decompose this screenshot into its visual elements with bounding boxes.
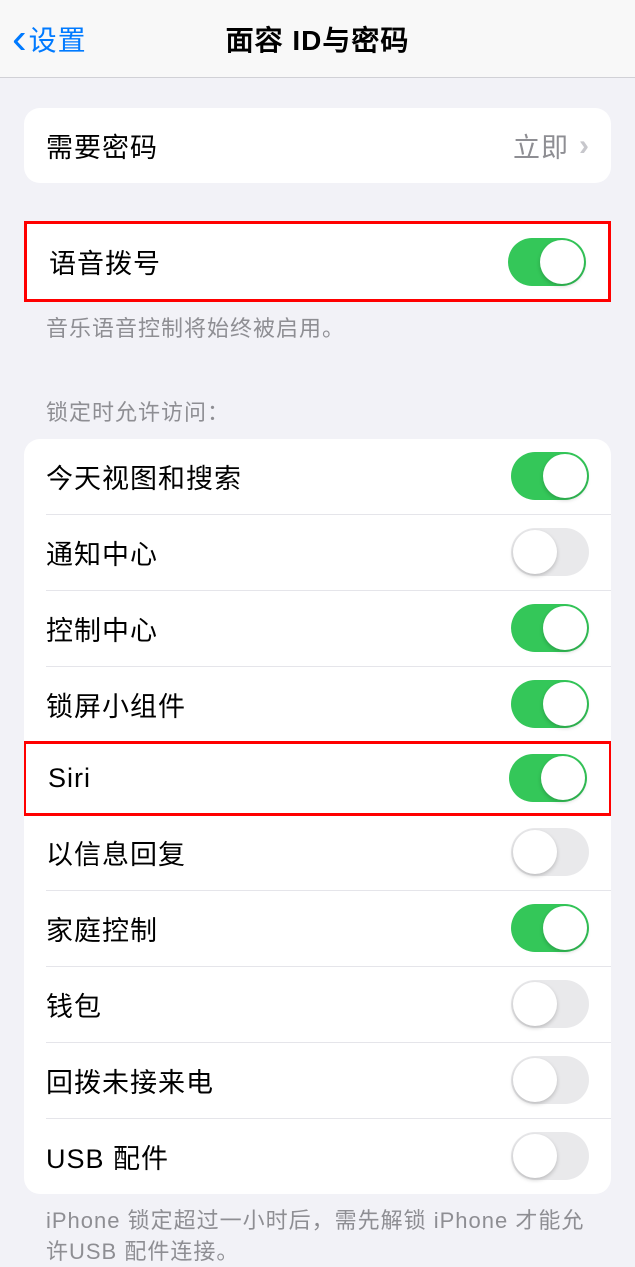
lock-item-toggle[interactable] bbox=[511, 980, 589, 1028]
require-passcode-value: 立即 bbox=[513, 126, 569, 165]
lock-item-cell: 回拨未接来电 bbox=[24, 1043, 611, 1118]
toggle-knob bbox=[513, 1058, 557, 1102]
lock-item-label: 以信息回复 bbox=[46, 833, 186, 872]
lock-item-label: 今天视图和搜索 bbox=[46, 457, 242, 496]
lock-item-label: 通知中心 bbox=[46, 533, 158, 572]
chevron-right-icon: › bbox=[579, 129, 589, 163]
back-button[interactable]: ‹ 设置 bbox=[0, 17, 87, 61]
toggle-knob bbox=[513, 830, 557, 874]
voice-dial-footer: 音乐语音控制将始终被启用。 bbox=[24, 302, 611, 345]
passcode-group: 需要密码 立即 › bbox=[24, 108, 611, 183]
toggle-knob bbox=[513, 530, 557, 574]
toggle-knob bbox=[540, 240, 584, 284]
content-area: 需要密码 立即 › 语音拨号 音乐语音控制将始终被启用。 锁定时允许访问： 今天… bbox=[0, 78, 635, 1267]
toggle-knob bbox=[543, 454, 587, 498]
lock-item-label: 锁屏小组件 bbox=[46, 685, 186, 724]
lock-item-cell: 钱包 bbox=[24, 967, 611, 1042]
lock-access-header: 锁定时允许访问： bbox=[24, 395, 611, 439]
toggle-knob bbox=[513, 982, 557, 1026]
lock-item-toggle[interactable] bbox=[511, 604, 589, 652]
lock-item-toggle[interactable] bbox=[511, 452, 589, 500]
lock-access-footer: iPhone 锁定超过一小时后，需先解锁 iPhone 才能允许USB 配件连接… bbox=[24, 1194, 611, 1267]
lock-access-group: 今天视图和搜索通知中心控制中心锁屏小组件 Siri 以信息回复家庭控制钱包回拨未接来… bbox=[24, 439, 611, 1194]
back-label: 设置 bbox=[29, 19, 87, 59]
lock-item-toggle[interactable] bbox=[511, 904, 589, 952]
toggle-knob bbox=[513, 1134, 557, 1178]
toggle-knob bbox=[543, 606, 587, 650]
lock-item-toggle[interactable] bbox=[511, 528, 589, 576]
lock-item-toggle[interactable] bbox=[509, 754, 587, 802]
lock-item-label: 控制中心 bbox=[46, 609, 158, 648]
lock-item-cell: 家庭控制 bbox=[24, 891, 611, 966]
require-passcode-label: 需要密码 bbox=[46, 126, 158, 165]
voice-dial-cell: 语音拨号 bbox=[27, 224, 608, 299]
lock-item-cell: USB 配件 bbox=[24, 1119, 611, 1194]
lock-item-cell: 以信息回复 bbox=[24, 815, 611, 890]
lock-item-label: USB 配件 bbox=[46, 1137, 169, 1176]
lock-item-label: 回拨未接来电 bbox=[46, 1061, 214, 1100]
lock-item-toggle[interactable] bbox=[511, 1056, 589, 1104]
voice-dial-label: 语音拨号 bbox=[49, 242, 161, 281]
lock-item-label: 钱包 bbox=[46, 985, 102, 1024]
toggle-knob bbox=[541, 756, 585, 800]
page-title: 面容 ID与密码 bbox=[226, 19, 410, 59]
require-passcode-cell[interactable]: 需要密码 立即 › bbox=[24, 108, 611, 183]
lock-item-toggle[interactable] bbox=[511, 828, 589, 876]
lock-item-cell: 锁屏小组件 bbox=[24, 667, 611, 742]
cell-value-container: 立即 › bbox=[513, 126, 589, 165]
navigation-bar: ‹ 设置 面容 ID与密码 bbox=[0, 0, 635, 78]
toggle-knob bbox=[543, 906, 587, 950]
chevron-left-icon: ‹ bbox=[12, 17, 27, 61]
lock-item-cell: 今天视图和搜索 bbox=[24, 439, 611, 514]
lock-item-cell: 控制中心 bbox=[24, 591, 611, 666]
voice-dial-group: 语音拨号 bbox=[24, 221, 611, 302]
lock-item-cell: 通知中心 bbox=[24, 515, 611, 590]
lock-item-label: 家庭控制 bbox=[46, 909, 158, 948]
lock-item-label: Siri bbox=[48, 763, 91, 794]
toggle-knob bbox=[543, 682, 587, 726]
lock-item-toggle[interactable] bbox=[511, 680, 589, 728]
voice-dial-toggle[interactable] bbox=[508, 238, 586, 286]
lock-item-cell: Siri bbox=[24, 741, 611, 816]
lock-item-toggle[interactable] bbox=[511, 1132, 589, 1180]
